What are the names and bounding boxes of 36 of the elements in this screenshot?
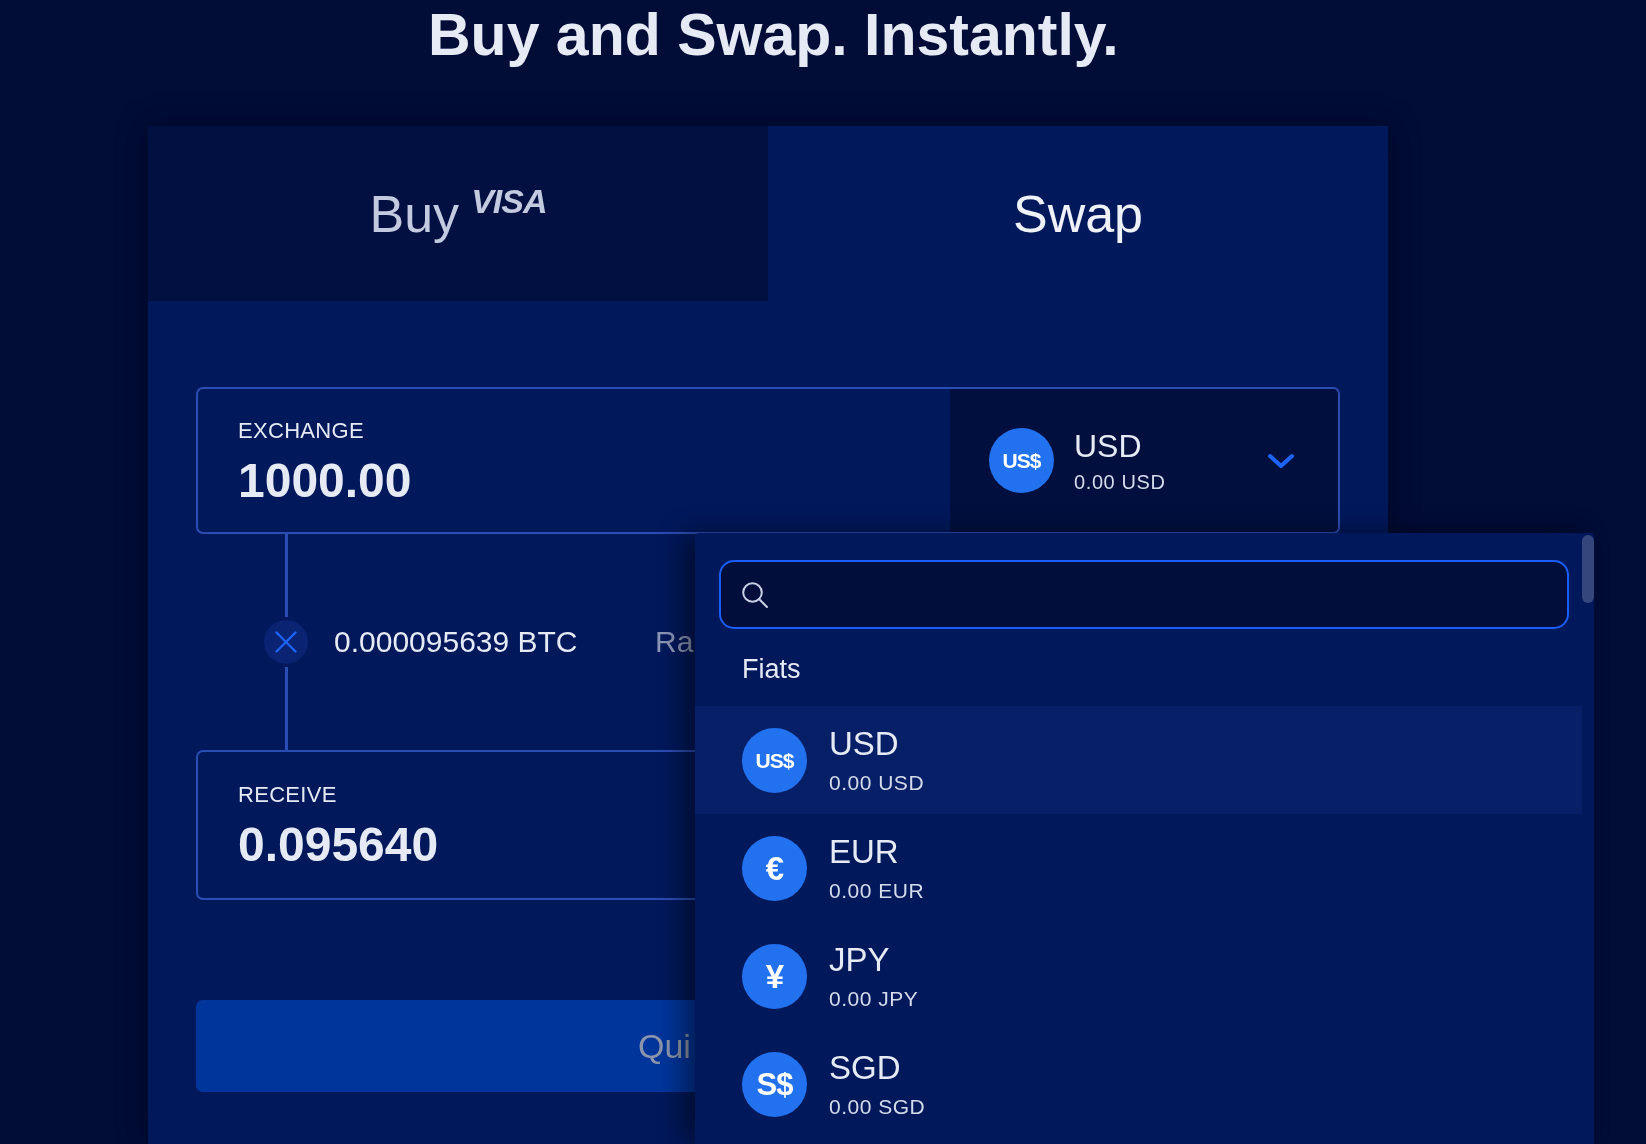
currency-option[interactable]: € EUR 0.00 EUR: [695, 814, 1582, 922]
currency-symbol: ¥: [742, 943, 807, 1009]
currency-symbol: S$: [742, 1051, 807, 1117]
currency-balance: 0.00 USD: [1074, 469, 1166, 494]
rate-amount: 0.000095639 BTC: [334, 624, 579, 660]
tab[interactable]: Swap: [768, 126, 1388, 301]
search-icon: [742, 581, 768, 608]
currency-code: USD: [829, 724, 899, 763]
currency-option[interactable]: US$ USD 0.00 USD: [695, 706, 1582, 814]
cross-icon: [264, 620, 308, 664]
currency-symbol: €: [742, 835, 807, 901]
currency-code: EUR: [829, 832, 899, 871]
currency-balance: 0.00 JPY: [829, 985, 919, 1012]
currency-code: JPY: [829, 940, 890, 979]
field-label: RECEIVE: [238, 782, 337, 808]
amount-input[interactable]: 1000.00: [238, 453, 412, 508]
currency-selector[interactable]: US$ USD 0.00 USD: [950, 389, 1338, 532]
chevron-down-icon: [1267, 452, 1295, 469]
currency-code: SGD: [829, 1048, 901, 1087]
currency-symbol: US$: [742, 727, 807, 793]
group-heading: Fiats: [742, 653, 801, 686]
rate-label: Ra: [655, 624, 694, 660]
currency-balance: 0.00 EUR: [829, 877, 925, 904]
tab[interactable]: Buy VISA: [148, 126, 768, 301]
field-label: EXCHANGE: [238, 417, 364, 444]
amount-value: 0.095640: [238, 818, 439, 872]
currency-code: USD: [1074, 427, 1142, 464]
currency-option[interactable]: S$ SGD 0.00 SGD: [695, 1030, 1582, 1138]
currency-option[interactable]: ¥ JPY 0.00 JPY: [695, 922, 1582, 1030]
search-field[interactable]: [719, 560, 1569, 629]
currency-balance: 0.00 USD: [829, 769, 925, 796]
currency-balance: 0.00 SGD: [829, 1093, 926, 1120]
scrollbar-thumb[interactable]: [1582, 535, 1594, 603]
card-brand-logo: VISA: [471, 183, 547, 218]
page-heading: Buy and Swap. Instantly.: [428, 3, 1119, 67]
currency-symbol: US$: [989, 428, 1054, 493]
